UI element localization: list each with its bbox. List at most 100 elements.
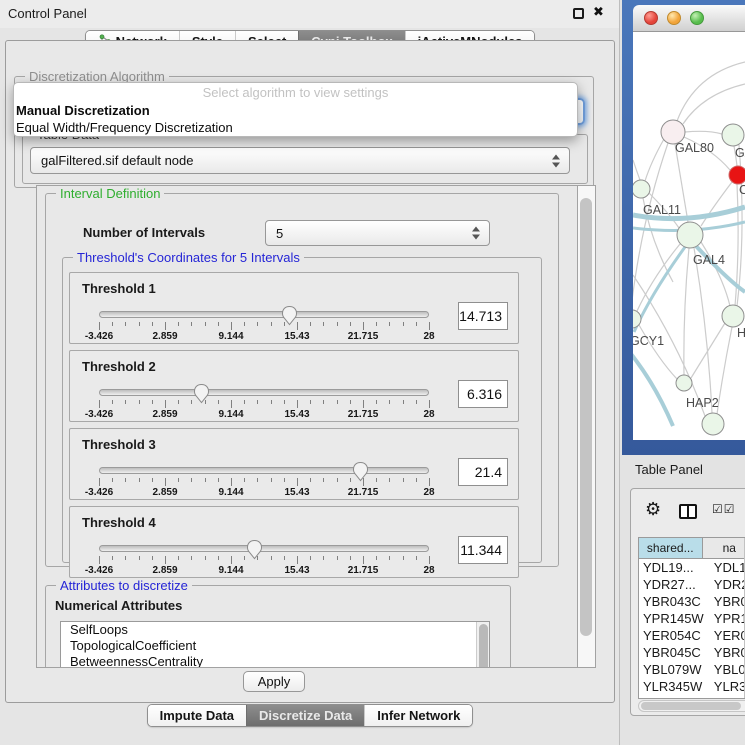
table-cell[interactable]: YBR0 <box>708 593 745 610</box>
table-cell[interactable]: YBL0 <box>708 661 745 678</box>
tab-infer-network[interactable]: Infer Network <box>364 705 472 726</box>
close-traffic-light-icon[interactable] <box>644 11 658 25</box>
threshold-value-input[interactable] <box>458 536 508 564</box>
table-cell[interactable]: YBR0 <box>708 644 745 661</box>
table-cell[interactable]: YDR2 <box>708 576 745 593</box>
network-edge[interactable] <box>684 248 689 375</box>
spinner-icon[interactable] <box>472 227 481 240</box>
column-header-shared-[interactable]: shared... <box>639 538 703 559</box>
network-edge[interactable] <box>645 139 664 181</box>
float-window-icon[interactable] <box>573 8 584 19</box>
dropdown-option-equal-width-frequency[interactable]: Equal Width/Frequency Discretization <box>14 119 577 136</box>
network-edge[interactable] <box>701 182 732 226</box>
network-node[interactable] <box>722 305 744 327</box>
table-row[interactable]: YIL052CYIL0 <box>639 695 745 699</box>
network-edge[interactable] <box>677 62 745 121</box>
network-edge[interactable] <box>685 131 722 134</box>
network-edge[interactable] <box>717 327 732 414</box>
table-horizontal-scrollbar[interactable] <box>638 700 745 712</box>
threshold-value-input[interactable] <box>458 458 508 486</box>
network-edge[interactable] <box>633 143 668 309</box>
close-icon[interactable]: ✖ <box>593 5 604 20</box>
dropdown-option-manual-discretization[interactable]: Manual Discretization <box>14 102 577 119</box>
table-cell[interactable]: YBL079W <box>639 661 708 678</box>
tab-discretize-data[interactable]: Discretize Data <box>246 705 364 726</box>
apply-button[interactable]: Apply <box>243 671 305 692</box>
network-edge[interactable] <box>694 248 712 413</box>
table-row[interactable]: YDL19...YDL1 <box>639 559 745 576</box>
gear-icon[interactable]: ⚙ <box>645 501 661 519</box>
table-cell[interactable]: YDL19... <box>639 559 708 576</box>
network-edge[interactable] <box>683 84 745 124</box>
minimize-traffic-light-icon[interactable] <box>667 11 681 25</box>
dropdown-prompt-item[interactable]: Select algorithm to view settings <box>14 83 577 102</box>
zoom-traffic-light-icon[interactable] <box>690 11 704 25</box>
table-row[interactable]: YDR27...YDR2 <box>639 576 745 593</box>
network-node[interactable] <box>702 413 724 435</box>
table-row[interactable]: YBR045CYBR0 <box>639 644 745 661</box>
network-canvas[interactable]: GAL80GACGAL11GAL4GCY1HHAP2 <box>633 32 745 440</box>
tick-mark <box>389 322 390 326</box>
slider-thumb[interactable] <box>246 539 263 560</box>
table-cell[interactable]: YLR3 <box>708 678 745 695</box>
table-cell[interactable]: YDL1 <box>708 559 745 576</box>
network-node[interactable] <box>722 124 744 146</box>
network-node[interactable] <box>729 166 745 184</box>
network-edge[interactable] <box>637 244 680 311</box>
list-scrollbar[interactable] <box>476 622 489 668</box>
list-item[interactable]: SelfLoops <box>61 622 489 638</box>
threshold-value-input[interactable] <box>458 302 508 330</box>
numerical-attributes-list[interactable]: SelfLoopsTopologicalCoefficientBetweenne… <box>60 621 490 668</box>
network-edge[interactable] <box>691 323 725 378</box>
table-row[interactable]: YPR145WYPR1 <box>639 610 745 627</box>
network-edge[interactable] <box>633 354 673 426</box>
tab-impute-data[interactable]: Impute Data <box>148 705 246 726</box>
list-item[interactable]: BetweennessCentrality <box>61 654 489 668</box>
table-data-combobox[interactable]: galFiltered.sif default node <box>30 147 570 174</box>
scrollbar-thumb[interactable] <box>479 624 488 668</box>
table-cell[interactable]: YER0 <box>708 627 745 644</box>
threshold-slider[interactable]: -3.4262.8599.14415.4321.71528 <box>99 465 429 499</box>
number-of-intervals-combobox[interactable]: 5 <box>265 220 490 246</box>
network-edge[interactable] <box>634 247 685 332</box>
slider-track[interactable] <box>99 389 429 396</box>
spinner-icon[interactable] <box>552 154 561 167</box>
slider-thumb[interactable] <box>352 461 369 482</box>
network-window-titlebar[interactable] <box>633 5 745 32</box>
tick-mark <box>165 400 166 408</box>
table-cell[interactable]: YLR345W <box>639 678 708 695</box>
slider-track[interactable] <box>99 467 429 474</box>
scrollbar-thumb[interactable] <box>641 702 741 710</box>
slider-track[interactable] <box>99 545 429 552</box>
threshold-slider[interactable]: -3.4262.8599.14415.4321.71528 <box>99 309 429 343</box>
network-node[interactable] <box>633 180 650 198</box>
column-header-na[interactable]: na <box>703 538 745 559</box>
split-columns-icon[interactable] <box>679 504 697 519</box>
list-item[interactable]: TopologicalCoefficient <box>61 638 489 654</box>
slider-thumb[interactable] <box>281 305 298 326</box>
table-row[interactable]: YBL079WYBL0 <box>639 661 745 678</box>
table-row[interactable]: YER054CYER0 <box>639 627 745 644</box>
table-cell[interactable]: YER054C <box>639 627 708 644</box>
tick-mark <box>403 400 404 404</box>
table-row[interactable]: YLR345WYLR3 <box>639 678 745 695</box>
threshold-slider[interactable]: -3.4262.8599.14415.4321.71528 <box>99 543 429 577</box>
network-edge[interactable] <box>633 160 640 180</box>
slider-track[interactable] <box>99 311 429 318</box>
network-node[interactable] <box>676 375 692 391</box>
slider-thumb[interactable] <box>193 383 210 404</box>
table-cell[interactable]: YIL0 <box>708 695 745 699</box>
threshold-slider[interactable]: -3.4262.8599.14415.4321.71528 <box>99 387 429 421</box>
settings-vertical-scrollbar[interactable] <box>578 185 596 668</box>
network-node[interactable] <box>677 222 703 248</box>
table-cell[interactable]: YBR043C <box>639 593 708 610</box>
scrollbar-thumb[interactable] <box>580 198 592 636</box>
table-cell[interactable]: YDR27... <box>639 576 708 593</box>
table-cell[interactable]: YPR1 <box>708 610 745 627</box>
table-row[interactable]: YBR043CYBR0 <box>639 593 745 610</box>
threshold-value-input[interactable] <box>458 380 508 408</box>
table-cell[interactable]: YPR145W <box>639 610 708 627</box>
table-cell[interactable]: YIL052C <box>639 695 708 699</box>
checkbox-checked-icons[interactable]: ☑☑ <box>712 502 736 516</box>
table-cell[interactable]: YBR045C <box>639 644 708 661</box>
